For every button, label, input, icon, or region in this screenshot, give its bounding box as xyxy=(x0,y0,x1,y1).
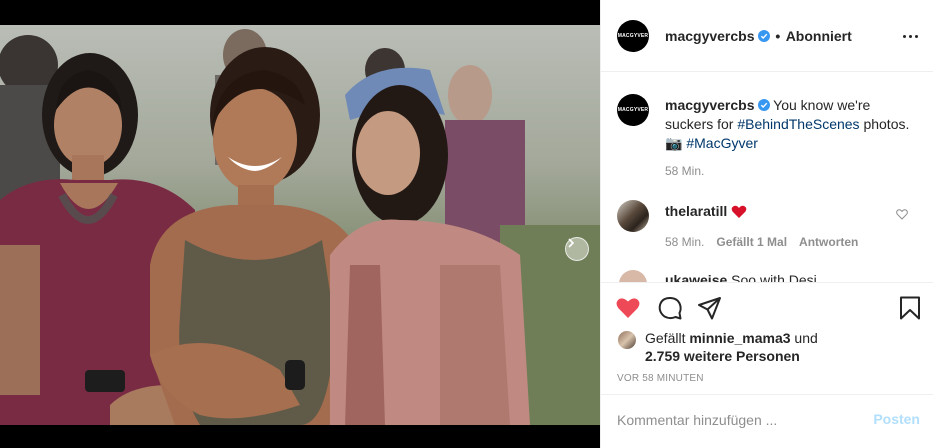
avatar-logo-text: MACGYVER xyxy=(617,33,649,39)
post-photo[interactable] xyxy=(0,25,600,425)
bookmark-icon[interactable] xyxy=(897,295,923,321)
heart-filled-icon[interactable] xyxy=(615,295,641,321)
post-details-panel: MACGYVER macgyvercbs • Abonniert MACGYVE… xyxy=(600,0,933,448)
more-dot-icon xyxy=(908,34,912,38)
commenter-avatar[interactable] xyxy=(617,200,649,232)
comment-icon[interactable] xyxy=(657,295,683,321)
post-header: MACGYVER macgyvercbs • Abonniert xyxy=(601,0,933,72)
hashtag-link[interactable]: #BehindTheScenes xyxy=(737,116,859,132)
post-media xyxy=(0,0,600,448)
more-dot-icon xyxy=(914,34,918,38)
likes-summary: Gefällt minnie_mama3 und 2.759 weitere P… xyxy=(617,329,845,365)
more-options-button[interactable] xyxy=(900,26,920,46)
chevron-right-icon xyxy=(568,238,575,248)
caption-time[interactable]: 58 Min. xyxy=(665,164,704,178)
header-separator: • xyxy=(775,28,781,44)
likes-connector: und xyxy=(794,330,818,346)
carousel-next-button[interactable] xyxy=(565,237,589,261)
more-dot-icon xyxy=(902,34,906,38)
caption-text: macgyvercbs You know we're suckers for #… xyxy=(665,96,915,153)
red-heart-emoji-icon xyxy=(731,205,747,218)
avatar-logo-text: MACGYVER xyxy=(617,107,649,113)
camera-emoji: 📷 xyxy=(665,135,683,151)
caption-avatar[interactable]: MACGYVER xyxy=(617,94,649,126)
comment-like-heart-icon[interactable] xyxy=(896,209,908,220)
comments-list: MACGYVER macgyvercbs You know we're suck… xyxy=(601,72,933,282)
commenter-username[interactable]: thelaratill xyxy=(665,203,727,219)
liker-avatar[interactable] xyxy=(617,330,637,350)
verified-badge-icon xyxy=(757,30,770,42)
post-actions: Gefällt minnie_mama3 und 2.759 weitere P… xyxy=(601,282,933,394)
follow-status-button[interactable]: Abonniert xyxy=(786,28,852,44)
comment-likes[interactable]: Gefällt 1 Mal xyxy=(716,235,787,249)
comment-text: Soo with Desi xyxy=(731,272,817,282)
comment-input[interactable] xyxy=(617,410,857,430)
add-comment-bar: Posten xyxy=(601,394,933,448)
comment-item: ukaweise Soo with Desi xyxy=(617,270,917,282)
commenter-username[interactable]: ukaweise xyxy=(665,272,727,282)
commenter-avatar[interactable] xyxy=(619,270,647,282)
hashtag-link[interactable]: #MacGyver xyxy=(686,135,758,151)
likes-prefix: Gefällt xyxy=(645,330,686,346)
reply-button[interactable]: Antworten xyxy=(799,235,858,249)
likes-others-link[interactable]: 2.759 weitere Personen xyxy=(645,348,800,364)
post-comment-button[interactable]: Posten xyxy=(873,411,920,427)
comment-time[interactable]: 58 Min. xyxy=(665,235,704,249)
post-timestamp[interactable]: VOR 58 MINUTEN xyxy=(617,373,704,384)
liker-username[interactable]: minnie_mama3 xyxy=(689,330,790,346)
avatar[interactable]: MACGYVER xyxy=(617,20,649,52)
paper-plane-icon[interactable] xyxy=(697,295,723,321)
verified-badge-icon xyxy=(757,99,770,111)
photo-illustration xyxy=(0,29,600,425)
header-username[interactable]: macgyvercbs xyxy=(665,28,755,44)
caption-body: photos. xyxy=(863,116,910,132)
caption-username[interactable]: macgyvercbs xyxy=(665,97,755,113)
